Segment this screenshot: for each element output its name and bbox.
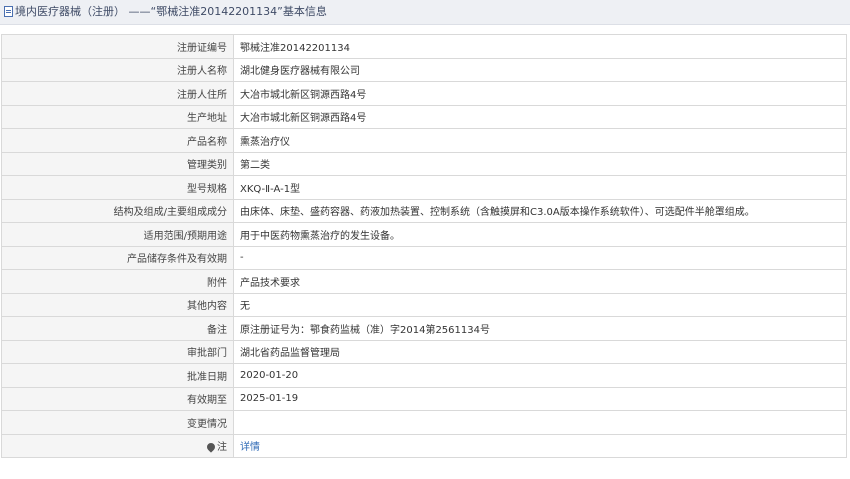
- field-value: -: [233, 245, 847, 270]
- table-row: 管理类别 第二类: [1, 151, 847, 176]
- field-label: 批准日期: [1, 363, 234, 388]
- field-label: 审批部门: [1, 339, 234, 364]
- field-label: 结构及组成/主要组成成分: [1, 198, 234, 223]
- table-row: 注 详情: [1, 433, 847, 458]
- field-value: 2025-01-19: [233, 386, 847, 411]
- note-label-cell: 注: [1, 433, 234, 458]
- table-row: 附件 产品技术要求: [1, 269, 847, 294]
- detail-table-container: 注册证编号 鄂械注准20142201134 注册人名称 湖北健身医疗器械有限公司…: [1, 34, 847, 458]
- field-value: XKQ-Ⅱ-A-1型: [233, 175, 847, 200]
- table-row: 有效期至 2025-01-19: [1, 386, 847, 411]
- field-label: 备注: [1, 316, 234, 341]
- field-value: 湖北省药品监督管理局: [233, 339, 847, 364]
- table-row: 适用范围/预期用途 用于中医药物熏蒸治疗的发生设备。: [1, 222, 847, 247]
- table-row: 生产地址 大冶市城北新区铜源西路4号: [1, 104, 847, 129]
- field-label: 有效期至: [1, 386, 234, 411]
- field-label: 其他内容: [1, 292, 234, 317]
- table-row: 产品名称 熏蒸治疗仪: [1, 128, 847, 153]
- field-label: 附件: [1, 269, 234, 294]
- table-row: 产品储存条件及有效期 -: [1, 245, 847, 270]
- table-row: 型号规格 XKQ-Ⅱ-A-1型: [1, 175, 847, 200]
- field-label: 产品储存条件及有效期: [1, 245, 234, 270]
- table-row: 变更情况: [1, 410, 847, 435]
- field-label: 注册人住所: [1, 81, 234, 106]
- field-label: 产品名称: [1, 128, 234, 153]
- field-label: 适用范围/预期用途: [1, 222, 234, 247]
- field-label: 注册人名称: [1, 57, 234, 82]
- field-value: 由床体、床垫、盛药容器、药液加热装置、控制系统（含触摸屏和C3.0A版本操作系统…: [233, 198, 847, 223]
- field-value: 鄂械注准20142201134: [233, 34, 847, 59]
- table-row: 注册人名称 湖北健身医疗器械有限公司: [1, 57, 847, 82]
- field-value: 原注册证号为：鄂食药监械（准）字2014第2561134号: [233, 316, 847, 341]
- table-row: 注册证编号 鄂械注准20142201134: [1, 34, 847, 59]
- field-value: 大冶市城北新区铜源西路4号: [233, 81, 847, 106]
- field-value: 用于中医药物熏蒸治疗的发生设备。: [233, 222, 847, 247]
- field-value: 详情: [233, 433, 847, 458]
- field-value: [233, 410, 847, 435]
- table-row: 批准日期 2020-01-20: [1, 363, 847, 388]
- table-row: 其他内容 无: [1, 292, 847, 317]
- field-value: 大冶市城北新区铜源西路4号: [233, 104, 847, 129]
- field-label: 型号规格: [1, 175, 234, 200]
- field-value: 湖北健身医疗器械有限公司: [233, 57, 847, 82]
- table-row: 结构及组成/主要组成成分 由床体、床垫、盛药容器、药液加热装置、控制系统（含触摸…: [1, 198, 847, 223]
- page-title: 境内医疗器械（注册） ——“鄂械注准20142201134”基本信息: [15, 5, 327, 18]
- page-header: 境内医疗器械（注册） ——“鄂械注准20142201134”基本信息: [0, 0, 850, 25]
- field-label: 生产地址: [1, 104, 234, 129]
- table-row: 注册人住所 大冶市城北新区铜源西路4号: [1, 81, 847, 106]
- field-value: 无: [233, 292, 847, 317]
- table-row: 审批部门 湖北省药品监督管理局: [1, 339, 847, 364]
- field-label: 管理类别: [1, 151, 234, 176]
- note-icon: [205, 441, 217, 453]
- field-label: 变更情况: [1, 410, 234, 435]
- field-label: 注册证编号: [1, 34, 234, 59]
- document-icon: [4, 6, 13, 17]
- detail-table: 注册证编号 鄂械注准20142201134 注册人名称 湖北健身医疗器械有限公司…: [1, 34, 847, 458]
- field-value: 第二类: [233, 151, 847, 176]
- field-value: 产品技术要求: [233, 269, 847, 294]
- field-value: 2020-01-20: [233, 363, 847, 388]
- table-row: 备注 原注册证号为：鄂食药监械（准）字2014第2561134号: [1, 316, 847, 341]
- details-link[interactable]: 详情: [240, 442, 260, 453]
- field-label: 注: [217, 442, 227, 454]
- field-value: 熏蒸治疗仪: [233, 128, 847, 153]
